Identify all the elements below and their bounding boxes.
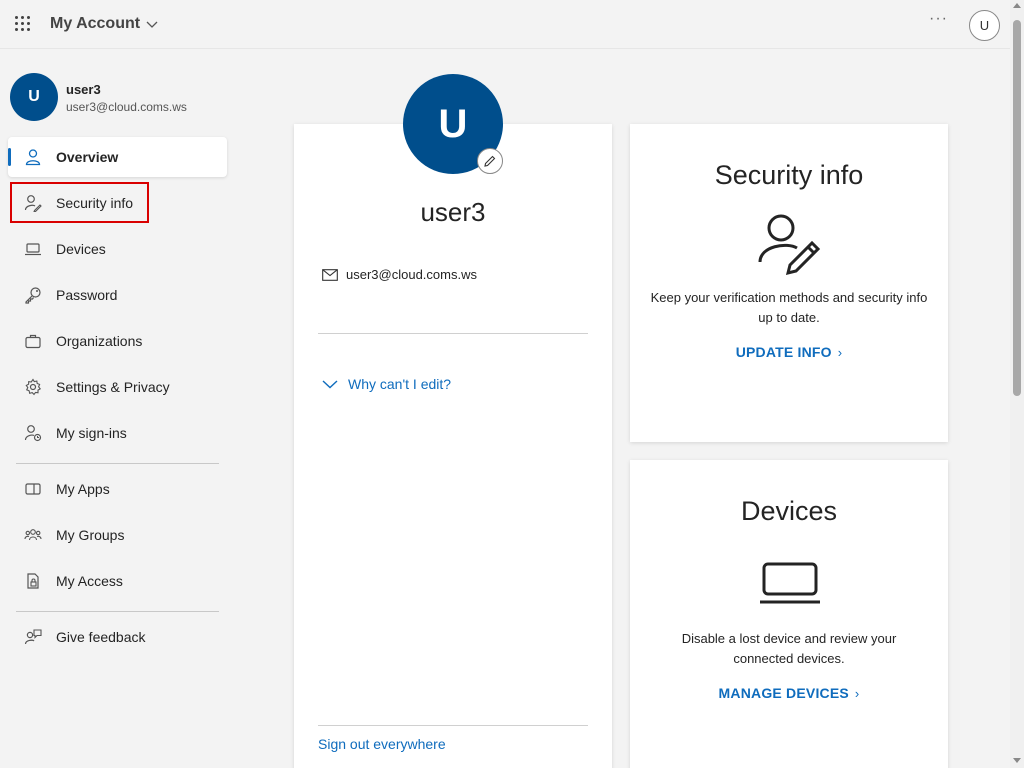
sidebar-item-password[interactable]: Password	[8, 275, 227, 315]
scrollbar-thumb[interactable]	[1013, 20, 1021, 396]
sidebar-item-label: Devices	[56, 241, 106, 257]
sidebar-item-my-access[interactable]: My Access	[8, 561, 227, 601]
sidebar-user-name: user3	[66, 82, 101, 97]
account-avatar-button[interactable]: U	[969, 10, 1000, 41]
sidebar-user-email: user3@cloud.coms.ws	[66, 100, 187, 114]
top-bar: My Account ··· U	[0, 0, 1010, 49]
update-info-label: UPDATE INFO	[735, 344, 832, 360]
sidebar-item-my-apps[interactable]: My Apps	[8, 469, 227, 509]
update-info-link[interactable]: UPDATE INFO ›	[630, 344, 948, 360]
sidebar-item-overview[interactable]: Overview	[8, 137, 227, 177]
sidebar-item-my-sign-ins[interactable]: My sign-ins	[8, 413, 227, 453]
briefcase-icon	[25, 334, 41, 349]
page-scrollbar[interactable]	[1010, 0, 1024, 768]
app-title-menu[interactable]: My Account	[50, 15, 158, 33]
sidebar-item-my-groups[interactable]: My Groups	[8, 515, 227, 555]
chevron-right-icon: ›	[854, 686, 860, 701]
sidebar-item-label: My Access	[56, 573, 123, 589]
chevron-down-icon	[146, 21, 158, 28]
devices-description: Disable a lost device and review your co…	[681, 631, 897, 666]
sidebar-item-devices[interactable]: Devices	[8, 229, 227, 269]
more-options-button[interactable]: ···	[929, 10, 948, 28]
app-title: My Account	[50, 15, 141, 32]
key-icon	[25, 287, 41, 304]
devices-title: Devices	[740, 496, 838, 526]
person-edit-icon	[758, 214, 821, 276]
scroll-up-arrow-icon[interactable]	[1013, 3, 1021, 8]
chevron-down-icon	[322, 380, 338, 389]
profile-divider	[318, 333, 588, 334]
sidebar-avatar: U	[10, 73, 58, 121]
app-launcher-icon[interactable]	[15, 16, 31, 32]
laptop-icon	[760, 562, 820, 604]
sidebar-item-organizations[interactable]: Organizations	[8, 321, 227, 361]
profile-name: user3	[420, 197, 486, 227]
sidebar-item-label: Overview	[56, 149, 119, 165]
laptop-icon	[25, 243, 41, 256]
manage-devices-label: MANAGE DEVICES	[718, 685, 849, 701]
sidebar-item-give-feedback[interactable]: Give feedback	[8, 617, 227, 657]
sidebar-item-settings-privacy[interactable]: Settings & Privacy	[8, 367, 227, 407]
highlight-box	[10, 182, 149, 223]
apps-icon	[25, 483, 41, 495]
pencil-icon	[484, 155, 496, 167]
mail-icon	[322, 268, 338, 281]
profile-divider	[318, 725, 588, 726]
why-cant-edit-label: Why can't I edit?	[348, 376, 452, 392]
sidebar-item-label: Give feedback	[56, 629, 146, 645]
security-info-title: Security info	[714, 160, 864, 190]
edit-photo-button[interactable]	[477, 148, 503, 174]
sidebar-item-label: My Groups	[56, 527, 125, 543]
chevron-right-icon: ›	[837, 345, 843, 360]
feedback-icon	[24, 629, 42, 645]
people-icon	[24, 529, 42, 541]
sidebar-divider	[16, 611, 219, 612]
security-info-description: Keep your verification methods and secur…	[650, 290, 928, 325]
sign-ins-icon	[24, 425, 42, 442]
scroll-down-arrow-icon[interactable]	[1013, 758, 1021, 763]
sidebar-item-label: My Apps	[56, 481, 110, 497]
profile-email-row: user3@cloud.coms.ws	[322, 267, 477, 282]
person-icon	[25, 149, 41, 166]
why-cant-edit-link[interactable]: Why can't I edit?	[322, 376, 451, 392]
profile-email: user3@cloud.coms.ws	[346, 267, 477, 282]
manage-devices-link[interactable]: MANAGE DEVICES ›	[630, 685, 948, 701]
sidebar-item-label: Organizations	[56, 333, 143, 349]
sidebar-item-label: My sign-ins	[56, 425, 127, 441]
sidebar-item-label: Settings & Privacy	[56, 379, 170, 395]
gear-icon	[25, 378, 42, 396]
sign-out-everywhere-link[interactable]: Sign out everywhere	[318, 736, 446, 752]
sidebar-item-label: Password	[56, 287, 118, 303]
lock-doc-icon	[27, 573, 39, 589]
sidebar-divider	[16, 463, 219, 464]
